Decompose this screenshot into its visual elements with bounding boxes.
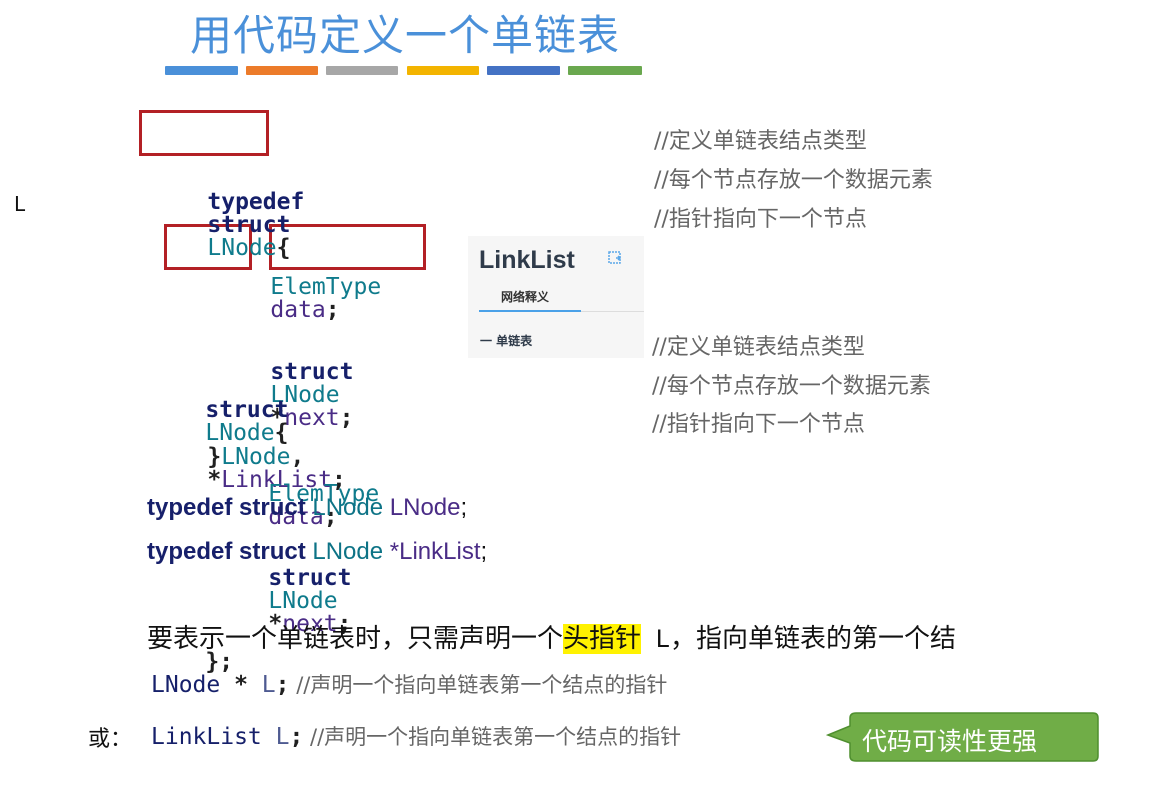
or-label: 或：	[88, 727, 133, 752]
code-line-1: typedef struct LNode{	[152, 168, 381, 260]
typedef-line-2: typedef struct LNode *LinkList;	[147, 538, 487, 566]
lnode-type: LNode	[207, 235, 277, 261]
popup-title: LinkList	[479, 246, 575, 274]
typedef-struct-keyword: typedef struct	[147, 538, 306, 565]
head-pointer-highlight: 头指针	[563, 624, 642, 654]
definition-entry: 一 单链表	[480, 334, 533, 348]
comment-1: //定义单链表结点类型	[654, 129, 867, 154]
comment-3: //指针指向下一个节点	[654, 207, 867, 232]
color-bar-1	[165, 66, 238, 75]
data-field: data	[270, 297, 326, 323]
code-line-1: struct LNode{	[150, 376, 379, 445]
open-brace: {	[276, 235, 291, 261]
dictionary-popup: LinkList 网络释义 一 单链表	[468, 236, 644, 358]
declaration-linklist: LinkList L; //声明一个指向单链表第一个结点的指针	[151, 721, 681, 751]
pointer-star: *	[220, 672, 262, 698]
active-tab-underline	[479, 310, 581, 312]
declaration-comment: //声明一个指向单链表第一个结点的指针	[289, 673, 668, 697]
semicolon: ;	[275, 672, 290, 698]
side-label: L	[14, 192, 26, 216]
variable-l: L	[261, 672, 276, 698]
semicolon: ;	[289, 724, 304, 750]
linklist-type: LinkList	[151, 724, 262, 750]
variable-l: L	[261, 724, 290, 750]
open-brace: {	[274, 420, 289, 446]
typedef-line-1: typedef struct LNode LNode;	[147, 494, 467, 522]
comment-1: //定义单链表结点类型	[652, 335, 865, 360]
semicolon: ;	[480, 538, 488, 565]
lnode-type: LNode	[151, 672, 221, 698]
comment-2: //每个节点存放一个数据元素	[652, 374, 931, 399]
lnode-type: LNode	[205, 420, 275, 446]
alias-name: LNode	[389, 494, 461, 521]
comment-3: //指针指向下一个节点	[652, 412, 865, 437]
declaration-comment: //声明一个指向单链表第一个结点的指针	[303, 725, 682, 749]
lnode-type: LNode	[312, 494, 384, 521]
color-bar-5	[487, 66, 560, 75]
color-bar-6	[568, 66, 642, 75]
callout-text: 代码可读性更强	[862, 727, 1038, 756]
description-line: 要表示一个单链表时，只需声明一个头指针 L，指向单链表的第一个结	[147, 618, 956, 655]
description-after: ，指向单链表的第一个结	[669, 624, 956, 654]
comment-2: //每个节点存放一个数据元素	[654, 168, 933, 193]
typedef-struct-keyword: typedef struct	[147, 494, 306, 521]
alias-name: *LinkList	[389, 538, 481, 565]
color-bar-2	[246, 66, 318, 75]
semicolon: ;	[325, 297, 340, 323]
page-title: 用代码定义一个单链表	[190, 11, 621, 60]
semicolon: ;	[460, 494, 468, 521]
color-bar-3	[326, 66, 398, 75]
code-line-2: ElemType data;	[150, 460, 379, 529]
external-link-icon[interactable]	[607, 250, 623, 266]
head-pointer-name: L	[641, 625, 670, 653]
declaration-lnode-pointer: LNode * L; //声明一个指向单链表第一个结点的指针	[151, 669, 667, 699]
tab-web-definition[interactable]: 网络释义	[501, 288, 549, 305]
lnode-type: LNode	[312, 538, 384, 565]
description-before: 要表示一个单链表时，只需声明一个	[147, 624, 564, 654]
tab-divider	[581, 311, 644, 312]
color-bar-4	[407, 66, 479, 75]
